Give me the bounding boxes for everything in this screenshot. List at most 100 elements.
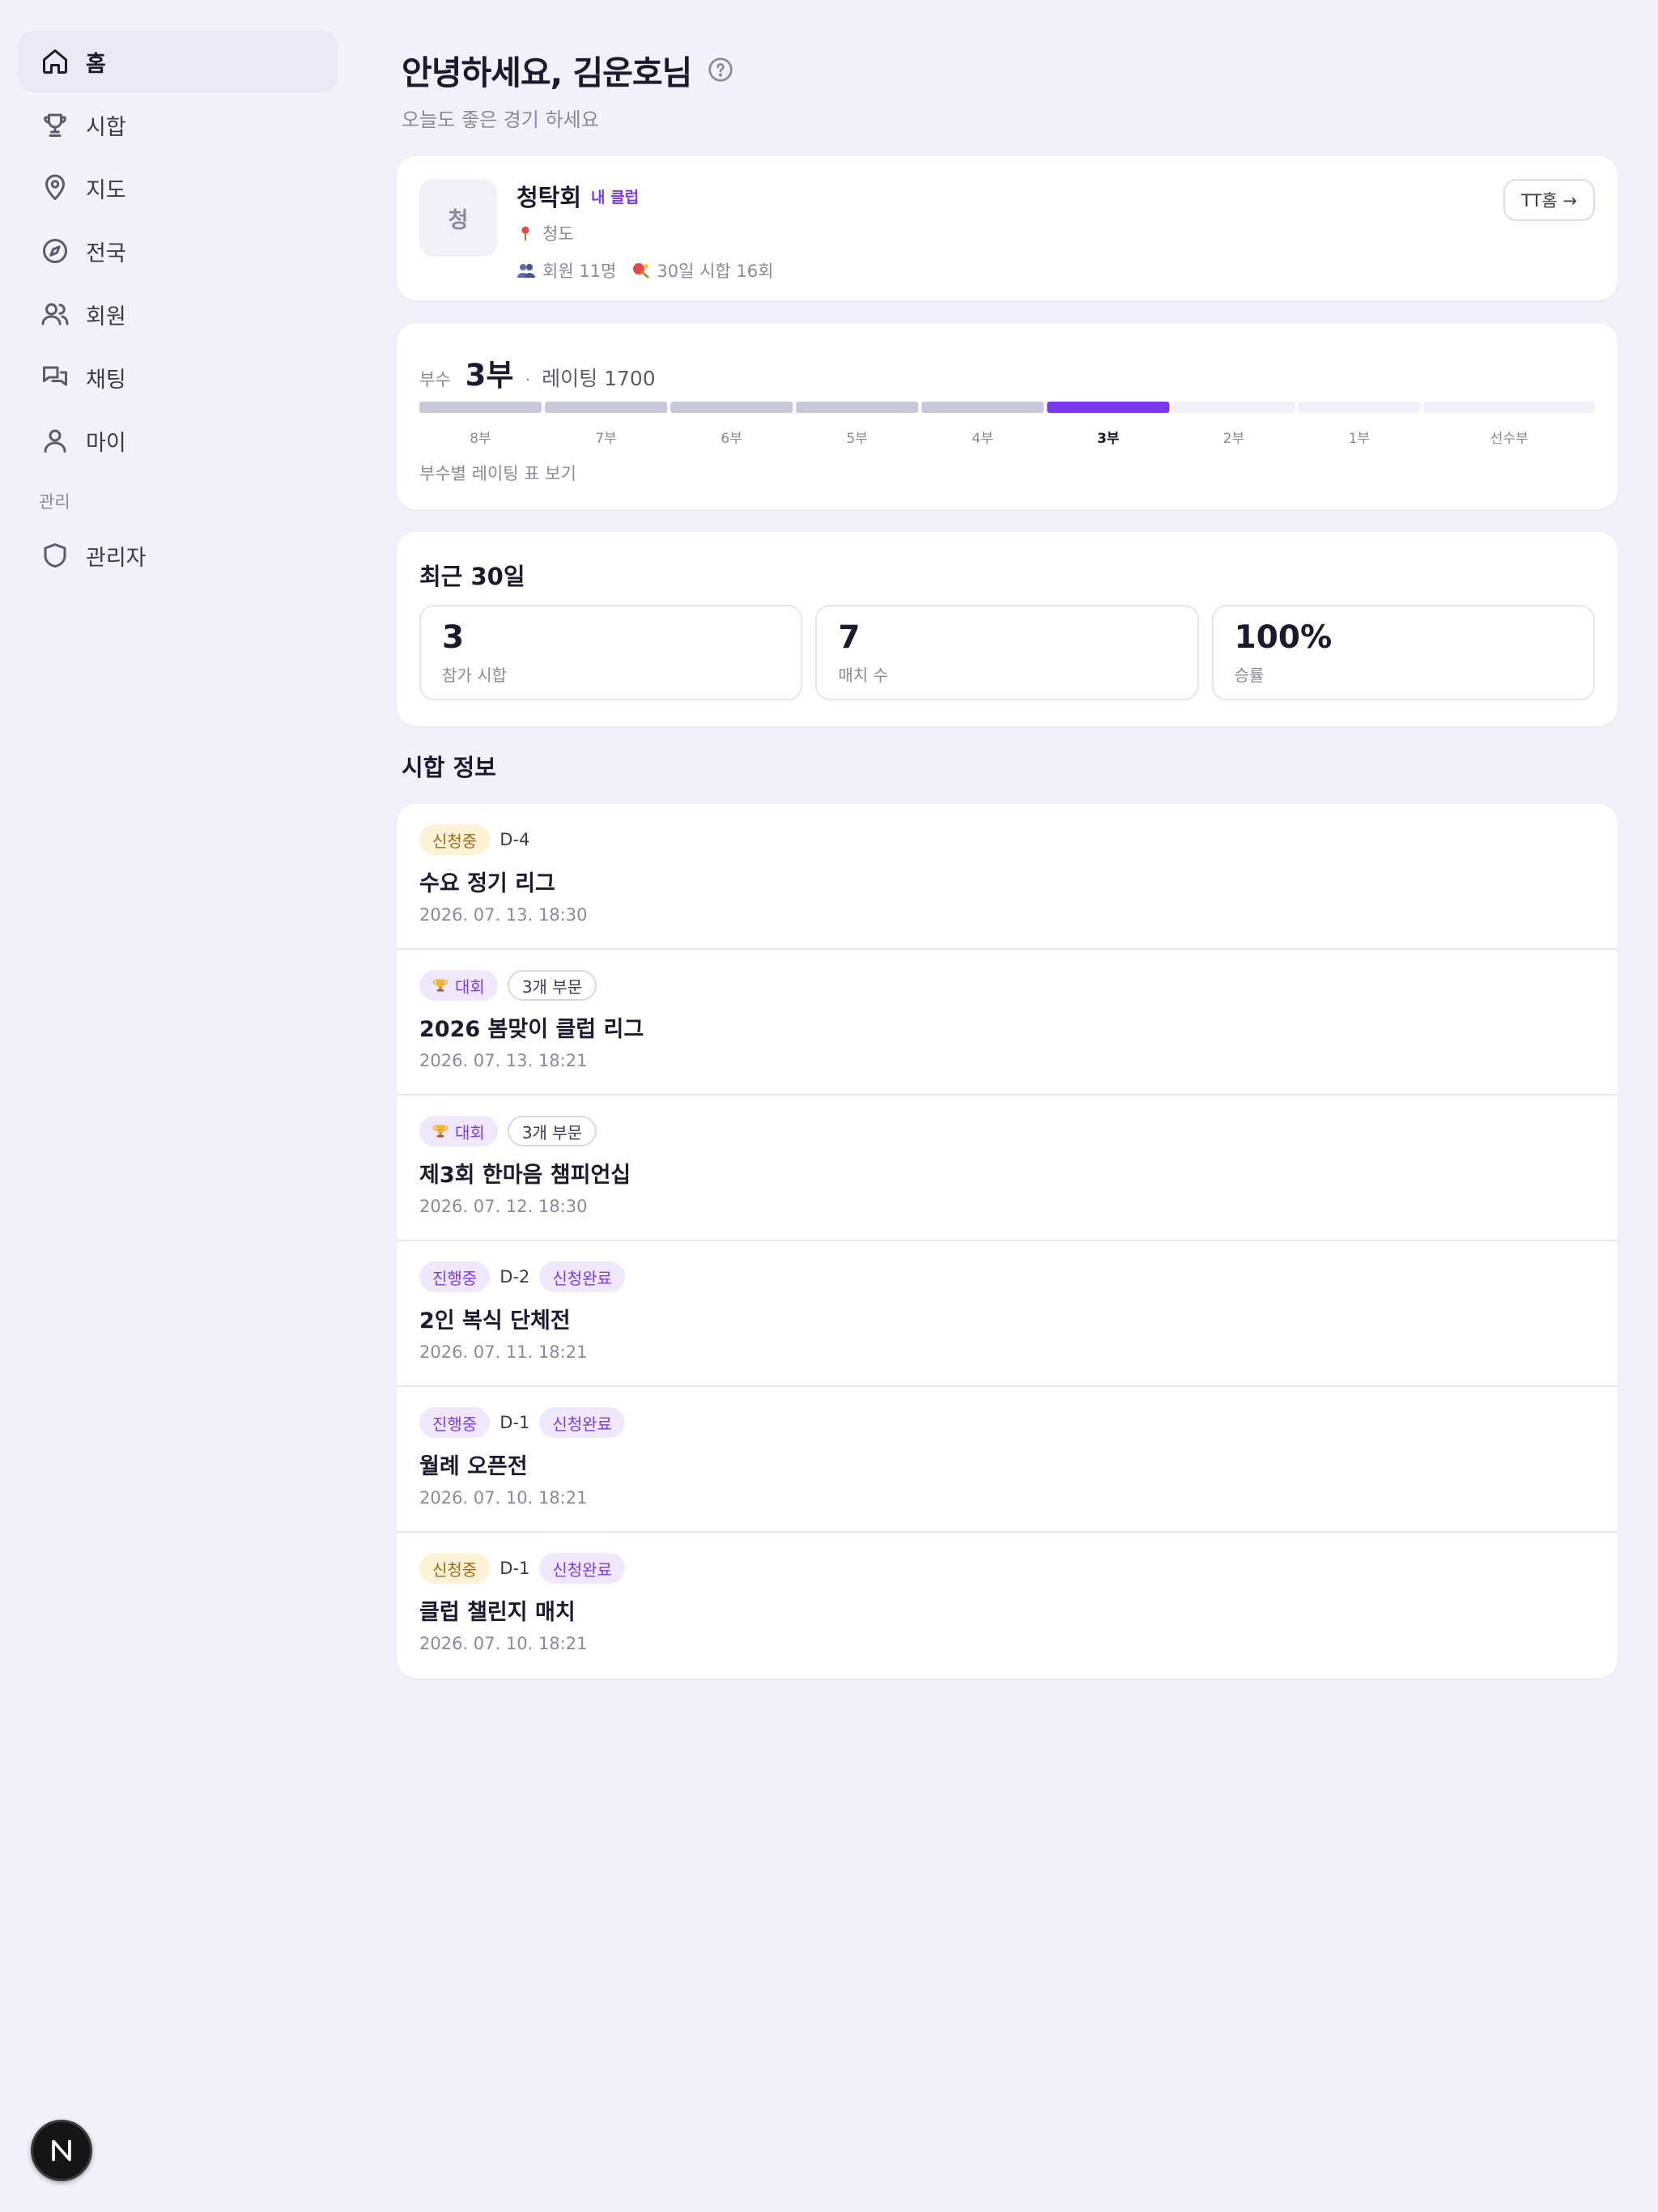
event-date: 2026. 07. 10. 18:21	[419, 1488, 588, 1508]
status-badge: 3개 부문	[507, 1116, 597, 1146]
sidebar-section-admin: 관리	[39, 492, 70, 512]
division-segment-1	[545, 402, 668, 413]
club-info: 청탁회 내 클럽 청도 회원 11명 30일 시합 16회	[517, 179, 773, 283]
event-row[interactable]: 진행중 D-1 신청완료월례 오픈전 2026. 07. 10. 18:21	[397, 1387, 1618, 1533]
sidebar-item-label: 지도	[86, 177, 126, 203]
division-segment-0	[419, 402, 542, 413]
status-badge: 신청중	[419, 824, 491, 855]
event-date: 2026. 07. 13. 18:21	[419, 1051, 588, 1070]
division-level-label: 5부	[846, 431, 868, 447]
trophy-emoji-icon	[432, 979, 449, 992]
event-row[interactable]: 신청중 D-1 신청완료 클럽 챌린지 매치 2026. 07. 10. 18:21	[397, 1533, 1618, 1678]
event-title: 제3회 한마음 챔피언십	[419, 1163, 631, 1188]
event-date: 2026. 07. 12. 18:30	[419, 1197, 588, 1216]
stat-box-win-rate: 100% 승률	[1211, 605, 1595, 700]
status-badge-label: 대회	[455, 1122, 485, 1142]
trophy-emoji-icon	[432, 1125, 449, 1138]
event-title: 클럽 챌린지 매치	[419, 1600, 576, 1625]
sidebar-item-home[interactable]: 홈	[18, 31, 338, 92]
stat-label: 참가 시합	[442, 666, 507, 685]
dday-label: D-1	[500, 1413, 530, 1432]
status-badge-label: 대회	[455, 976, 485, 997]
status-badge: 신청완료	[539, 1407, 625, 1438]
trophy-icon	[39, 108, 71, 141]
sidebar-item-national[interactable]: 전국	[18, 220, 338, 282]
status-badge: 대회	[419, 970, 498, 1001]
division-level-label: 2부	[1222, 431, 1245, 447]
status-badge-label: 신청중	[432, 831, 478, 851]
sidebar-item-my[interactable]: 마이	[18, 410, 338, 471]
shield-icon	[39, 539, 71, 572]
division-rating: 레이팅 1700	[542, 367, 656, 390]
event-row[interactable]: 대회 3개 부문제3회 한마음 챔피언십 2026. 07. 12. 18:30	[397, 1095, 1618, 1241]
status-badge-label: 신청중	[432, 1559, 478, 1580]
members-icon	[517, 264, 535, 278]
division-table-link[interactable]: 부수별 레이팅 표 보기	[419, 461, 576, 485]
sidebar: 홈 시합 지도 전국 회원 채팅 마이 관리 관리자	[18, 31, 338, 588]
my-club-badge: 내 클럽	[591, 188, 640, 206]
club-stats: 회원 11명 30일 시합 16회	[517, 258, 773, 283]
home-icon	[39, 45, 71, 78]
compass-icon	[39, 235, 71, 267]
club-avatar: 청	[419, 179, 497, 257]
division-segment-6	[1172, 402, 1295, 413]
club-location: 청도	[517, 221, 773, 245]
help-circle-icon[interactable]	[708, 57, 733, 83]
events-section-title: 시합 정보	[402, 754, 496, 781]
event-tags: 대회 3개 부문	[419, 1115, 1595, 1147]
sidebar-item-label: 관리자	[86, 545, 147, 571]
map-pin-icon	[39, 172, 71, 204]
status-badge: 신청완료	[539, 1261, 625, 1292]
status-badge: 진행중	[419, 1407, 491, 1438]
division-segment-2	[670, 402, 793, 413]
status-badge-label: 진행중	[432, 1268, 478, 1288]
event-row[interactable]: 대회 3개 부문 2026 봄맞이 클럽 리그 2026. 07. 13. 18:21	[397, 950, 1618, 1095]
status-badge-label: 신청완료	[552, 1414, 612, 1434]
recent-stats-card: 최근 30일 3 참가 시합 7 매치 수 100% 승률	[397, 532, 1618, 726]
club-members: 회원 11명	[542, 262, 617, 281]
recent-title: 최근 30일	[419, 563, 525, 590]
sidebar-item-members[interactable]: 회원	[18, 283, 338, 345]
stat-value: 100%	[1234, 619, 1333, 656]
n-floating-button[interactable]	[31, 2120, 92, 2181]
sidebar-item-map[interactable]: 지도	[18, 157, 338, 219]
status-badge: 신청완료	[539, 1553, 625, 1584]
club-name: 청탁회	[517, 184, 582, 211]
division-level-label: 3부	[1097, 431, 1120, 447]
stat-box-match-count: 7 매치 수	[815, 605, 1199, 700]
division-header: 부수 3부 · 레이팅 1700	[419, 351, 656, 394]
sidebar-item-matches[interactable]: 시합	[18, 94, 338, 155]
status-badge: 3개 부문	[507, 970, 597, 1001]
stat-box-matches-joined: 3 참가 시합	[419, 605, 803, 700]
event-list: 신청중 D-4 수요 정기 리그 2026. 07. 13. 18:30 대회 3개 부문…	[397, 804, 1618, 1678]
event-tags: 대회 3개 부문	[419, 969, 1595, 1002]
sidebar-item-admin[interactable]: 관리자	[18, 525, 338, 586]
event-date: 2026. 07. 11. 18:21	[419, 1342, 588, 1362]
stat-label: 매치 수	[838, 666, 888, 685]
event-title: 월례 오픈전	[419, 1454, 528, 1479]
sidebar-item-label: 회원	[86, 304, 126, 330]
division-segment-8	[1423, 402, 1595, 413]
chat-icon	[39, 361, 71, 393]
n-logo-icon	[52, 2139, 71, 2162]
division-level-label: 선수부	[1490, 431, 1528, 447]
sidebar-item-label: 시합	[86, 114, 126, 140]
club-card[interactable]: 청 청탁회 내 클럽 청도 회원 11명 30일 시합 16회 TT홈 →	[397, 156, 1618, 300]
event-tags: 신청중 D-1 신청완료	[419, 1552, 1595, 1585]
division-segment-7	[1298, 402, 1421, 413]
event-tags: 신청중 D-4	[419, 823, 1595, 856]
status-badge-label: 신청완료	[552, 1268, 612, 1288]
division-level-labels: 8부 7부 6부 5부 4부 3부 2부 1부 선수부	[419, 427, 1595, 447]
sidebar-item-label: 채팅	[86, 367, 126, 393]
stat-value: 3	[442, 619, 465, 656]
sidebar-item-label: 마이	[86, 430, 126, 456]
sidebar-item-label: 전국	[86, 240, 126, 266]
event-tags: 진행중 D-1 신청완료	[419, 1406, 1595, 1439]
event-row[interactable]: 신청중 D-4 수요 정기 리그 2026. 07. 13. 18:30	[397, 804, 1618, 950]
sidebar-item-chat[interactable]: 채팅	[18, 347, 338, 408]
event-row[interactable]: 진행중 D-2 신청완료 2인 복식 단체전 2026. 07. 11. 18:21	[397, 1241, 1618, 1387]
dday-label: D-2	[500, 1267, 530, 1287]
event-tags: 진행중 D-2 신청완료	[419, 1261, 1595, 1293]
tt-home-button[interactable]: TT홈 →	[1503, 179, 1595, 221]
division-level-label: 1부	[1348, 431, 1371, 447]
